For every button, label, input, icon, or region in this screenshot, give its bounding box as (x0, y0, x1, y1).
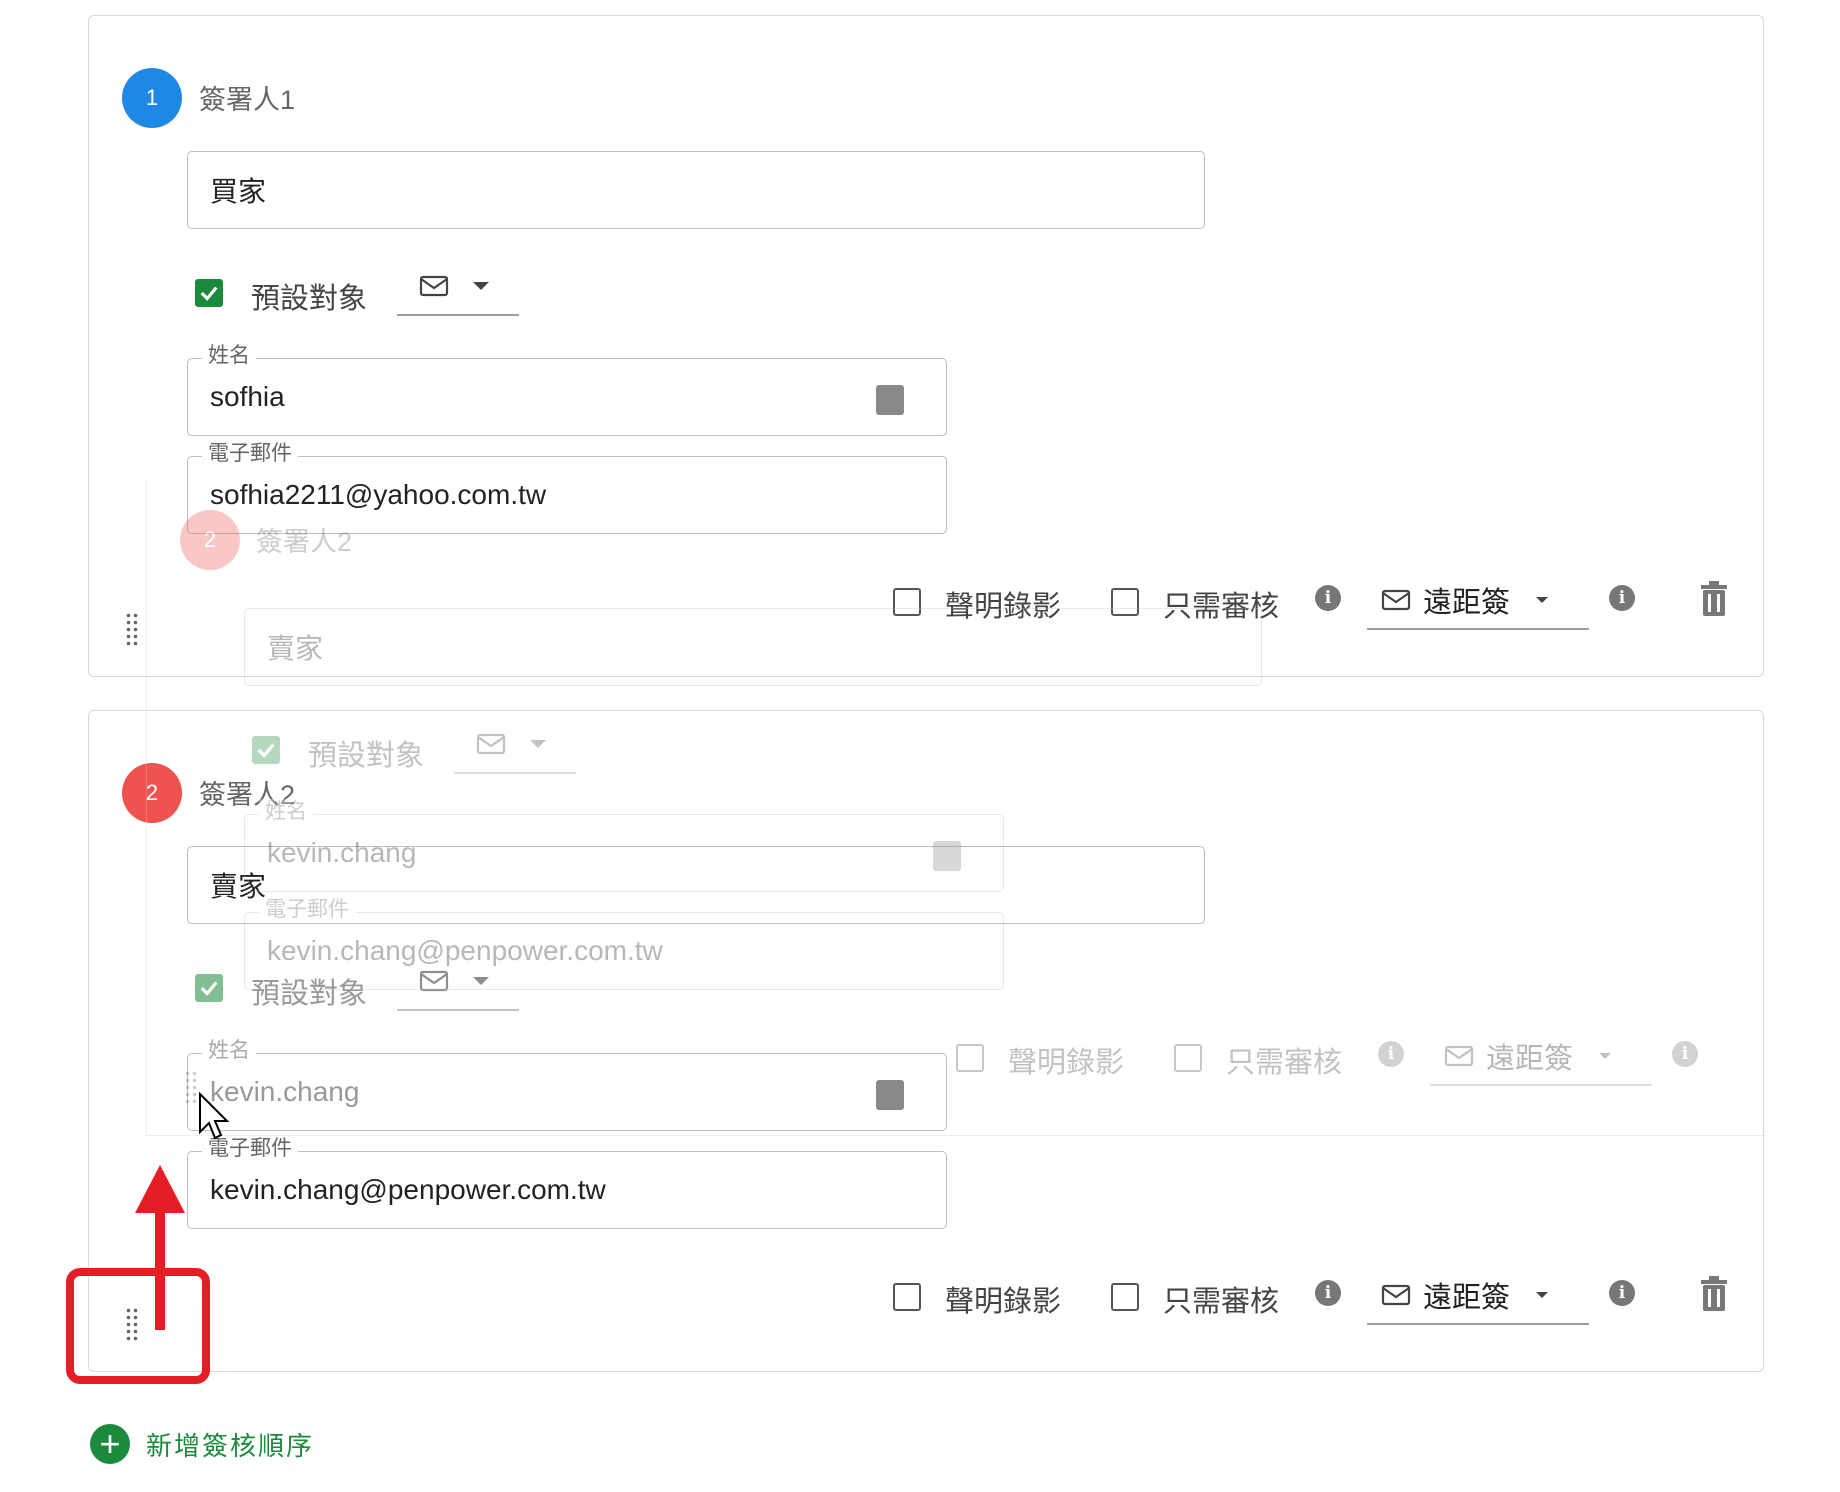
video-statement-checkbox[interactable] (893, 1283, 921, 1311)
name-field[interactable]: 姓名 kevin.chang (187, 1038, 947, 1131)
chevron-down-icon (1536, 597, 1549, 603)
chevron-down-icon (473, 977, 489, 985)
contact-book-icon[interactable] (876, 385, 904, 415)
email-value: kevin.chang@penpower.com.tw (210, 1174, 606, 1205)
sign-method-value: 遠距簽 (1423, 587, 1511, 619)
review-only-checkbox[interactable] (1111, 588, 1139, 616)
review-only-label: 只需審核 (1163, 1286, 1280, 1318)
info-icon[interactable]: i (1315, 1280, 1341, 1306)
chevron-down-icon (1536, 1292, 1549, 1298)
mail-icon (419, 970, 449, 992)
name-value: kevin.chang (210, 1076, 360, 1107)
name-legend: 姓名 (202, 1038, 256, 1064)
info-icon[interactable]: i (1609, 1280, 1635, 1306)
default-target-label: 預設對象 (251, 283, 368, 315)
plus-circle-icon: + (90, 1424, 130, 1464)
default-target-checkbox[interactable] (195, 279, 223, 307)
role-input[interactable]: 賣家 (187, 846, 1205, 924)
cursor-icon (199, 1092, 230, 1140)
review-only-label: 只需審核 (1163, 591, 1280, 623)
sign-method-value: 遠距簽 (1423, 1282, 1511, 1314)
sign-method-select[interactable]: 遠距簽 (1367, 572, 1589, 630)
video-statement-checkbox[interactable] (893, 588, 921, 616)
video-statement-label: 聲明錄影 (945, 1286, 1062, 1318)
mail-icon (1381, 1284, 1411, 1306)
email-field[interactable]: 電子郵件 sofhia2211@yahoo.com.tw (187, 441, 947, 534)
signer-number-badge: 2 (122, 763, 182, 823)
contact-method-select[interactable] (397, 258, 519, 316)
review-only-checkbox[interactable] (1111, 1283, 1139, 1311)
chevron-down-icon (473, 282, 489, 290)
signer-title: 簽署人1 (199, 85, 296, 115)
add-signing-order-label: 新增簽核順序 (146, 1430, 315, 1461)
signer-number-badge: 1 (122, 68, 182, 128)
arrow-up-icon (135, 1165, 185, 1330)
video-statement-label: 聲明錄影 (945, 591, 1062, 623)
name-legend: 姓名 (202, 343, 256, 369)
mail-icon (419, 275, 449, 297)
info-icon[interactable]: i (1609, 585, 1635, 611)
email-field[interactable]: 電子郵件 kevin.chang@penpower.com.tw (187, 1136, 947, 1229)
add-signing-order-button[interactable]: + 新增簽核順序 (90, 1424, 314, 1464)
contact-book-icon[interactable] (876, 1080, 904, 1110)
check-icon (200, 286, 218, 301)
sign-method-select[interactable]: 遠距簽 (1367, 1267, 1589, 1325)
drag-handle-icon[interactable] (125, 612, 139, 648)
default-target-checkbox[interactable] (195, 974, 223, 1002)
role-input[interactable]: 買家 (187, 151, 1205, 229)
email-value: sofhia2211@yahoo.com.tw (210, 479, 547, 510)
name-field[interactable]: 姓名 sofhia (187, 343, 947, 436)
default-target-label: 預設對象 (251, 978, 368, 1010)
contact-method-select[interactable] (397, 953, 519, 1011)
check-icon (200, 981, 218, 996)
trash-icon[interactable] (1699, 1276, 1729, 1312)
info-icon[interactable]: i (1315, 585, 1341, 611)
name-value: sofhia (210, 381, 285, 412)
signer-card-1: 1 簽署人1 買家 預設對象 姓名 sofhia 電子郵件 sofhia2211… (88, 15, 1764, 677)
signer-card-2: 2 簽署人2 賣家 預設對象 姓名 kevin.chang 電子郵件 kevin… (88, 710, 1764, 1372)
signer-title: 簽署人2 (199, 780, 296, 810)
trash-icon[interactable] (1699, 581, 1729, 617)
email-legend: 電子郵件 (202, 441, 298, 467)
mail-icon (1381, 589, 1411, 611)
